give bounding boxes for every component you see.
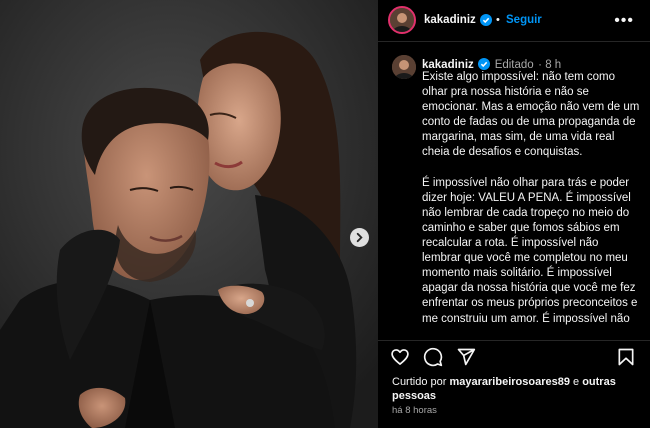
verified-icon	[478, 57, 491, 70]
avatar-image	[392, 55, 416, 79]
post-sidebar: kakadiniz • Seguir ••• kakadiniz Editado…	[378, 0, 650, 428]
caption-text: Existe algo impossível: não tem como olh…	[422, 71, 640, 325]
header-username[interactable]: kakadiniz	[424, 14, 476, 26]
heart-icon[interactable]	[390, 347, 410, 367]
action-bar	[378, 340, 650, 373]
post-photo[interactable]	[0, 0, 378, 428]
more-icon[interactable]: •••	[614, 12, 634, 30]
share-icon[interactable]	[456, 347, 476, 367]
avatar[interactable]	[388, 6, 416, 34]
avatar-image	[390, 8, 414, 32]
separator-dot: •	[496, 14, 500, 26]
post-header: kakadiniz • Seguir •••	[378, 0, 650, 42]
next-photo-button[interactable]	[350, 228, 369, 247]
follow-button[interactable]: Seguir	[506, 14, 542, 26]
post-modal: kakadiniz • Seguir ••• kakadiniz Editado…	[0, 0, 650, 428]
likes-prefix: Curtido por	[392, 376, 450, 388]
bookmark-icon[interactable]	[616, 347, 636, 367]
verified-icon	[480, 14, 492, 26]
post-timestamp[interactable]: há 8 horas	[392, 405, 437, 416]
caption-scroll[interactable]: Existe algo impossível: não tem como olh…	[422, 70, 640, 356]
caption-avatar[interactable]	[392, 55, 416, 79]
chevron-right-icon	[356, 232, 363, 243]
likes-user-link[interactable]: mayararibeirosoares89	[449, 376, 569, 388]
likes-middle: e	[569, 376, 583, 388]
comment-icon[interactable]	[423, 347, 443, 367]
couple-photo	[0, 0, 378, 428]
likes-summary: Curtido por mayararibeirosoares89 e outr…	[392, 375, 642, 403]
